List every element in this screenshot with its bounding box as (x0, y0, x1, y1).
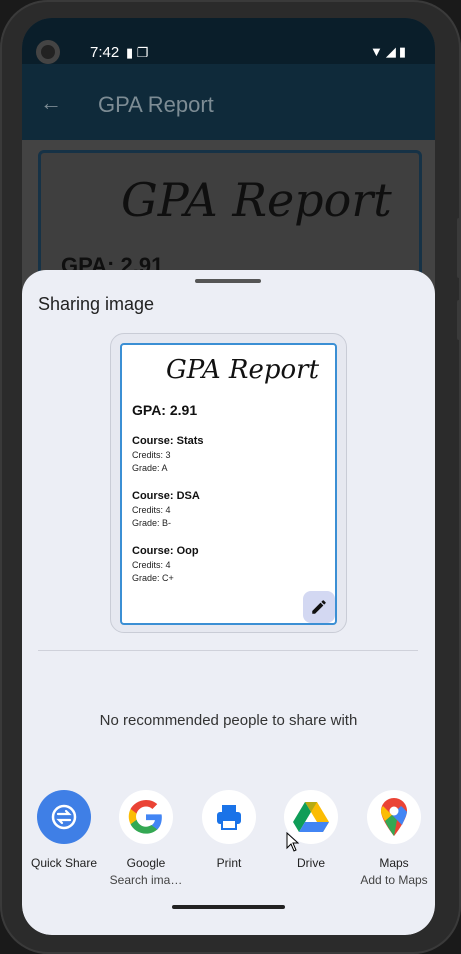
preview-course: Course: Stats Credits: 3 Grade: A (132, 435, 204, 473)
share-sheet: Sharing image GPA Report GPA: 2.91 Cours… (22, 270, 435, 935)
share-target-print[interactable]: Print (187, 790, 271, 870)
share-target-maps[interactable]: Maps Add to Maps (352, 790, 435, 887)
share-target-label: Maps (379, 856, 409, 870)
course-name: Course: DSA (132, 490, 200, 502)
share-target-label: Print (216, 856, 242, 870)
course-credits: Credits: 4 (132, 505, 171, 515)
sheet-title: Sharing image (38, 294, 155, 314)
app-bar: ← GPA Report (22, 64, 435, 140)
course-name: Course: Oop (132, 545, 199, 557)
app-bar-title: GPA Report (98, 92, 214, 117)
preview-course: Course: Oop Credits: 4 Grade: C+ (132, 545, 199, 583)
course-name: Course: Stats (132, 435, 204, 447)
power-button (457, 300, 461, 340)
image-preview[interactable]: GPA Report GPA: 2.91 Course: Stats Credi… (120, 343, 337, 625)
course-grade: Grade: A (132, 463, 168, 473)
front-camera (36, 40, 60, 64)
share-target-quick-share[interactable]: Quick Share (22, 790, 106, 870)
course-credits: Credits: 4 (132, 560, 171, 570)
status-bar: 7:42 ▮ ❐ ▼◢▮ (22, 18, 435, 64)
share-target-label: Drive (296, 856, 325, 870)
gesture-nav-bar[interactable] (172, 905, 285, 909)
preview-gpa: GPA: 2.91 (132, 402, 198, 418)
image-preview-frame: GPA Report GPA: 2.91 Course: Stats Credi… (110, 333, 347, 633)
share-target-label: Quick Share (30, 856, 98, 870)
printer-icon (202, 790, 256, 844)
course-credits: Credits: 3 (132, 450, 171, 460)
share-targets-row: Quick Share Google Search ima… Print Dri… (22, 790, 435, 910)
share-target-sublabel: Add to Maps (360, 873, 428, 887)
pencil-icon (312, 600, 326, 614)
course-grade: Grade: C+ (132, 573, 174, 583)
course-grade: Grade: B- (132, 518, 172, 528)
share-target-google[interactable]: Google Search ima… (104, 790, 188, 887)
status-notification-icons: ▮ ❐ (126, 45, 149, 60)
no-recommended-people-text: No recommended people to share with (99, 712, 358, 729)
share-target-sublabel: Search ima… (109, 873, 183, 887)
status-system-icons: ▼◢▮ (369, 44, 409, 59)
volume-button (457, 218, 461, 278)
share-target-drive[interactable]: Drive (269, 790, 353, 870)
preview-title: GPA Report (166, 355, 320, 385)
screen: 7:42 ▮ ❐ ▼◢▮ ← GPA Report GPA Report GPA… (22, 18, 435, 935)
status-time: 7:42 (90, 44, 120, 61)
phone-frame: 7:42 ▮ ❐ ▼◢▮ ← GPA Report GPA Report GPA… (0, 0, 461, 954)
sheet-drag-handle[interactable] (195, 279, 261, 283)
mouse-cursor-icon (286, 832, 300, 852)
background-report-title: GPA Report (121, 173, 392, 227)
quick-share-icon (37, 790, 91, 844)
edit-button[interactable] (303, 591, 335, 623)
back-arrow-icon[interactable]: ← (40, 90, 62, 116)
share-target-label: Google (126, 856, 166, 870)
preview-course: Course: DSA Credits: 4 Grade: B- (132, 490, 200, 528)
google-icon (119, 790, 173, 844)
sheet-divider (38, 650, 418, 651)
maps-icon (367, 790, 421, 844)
